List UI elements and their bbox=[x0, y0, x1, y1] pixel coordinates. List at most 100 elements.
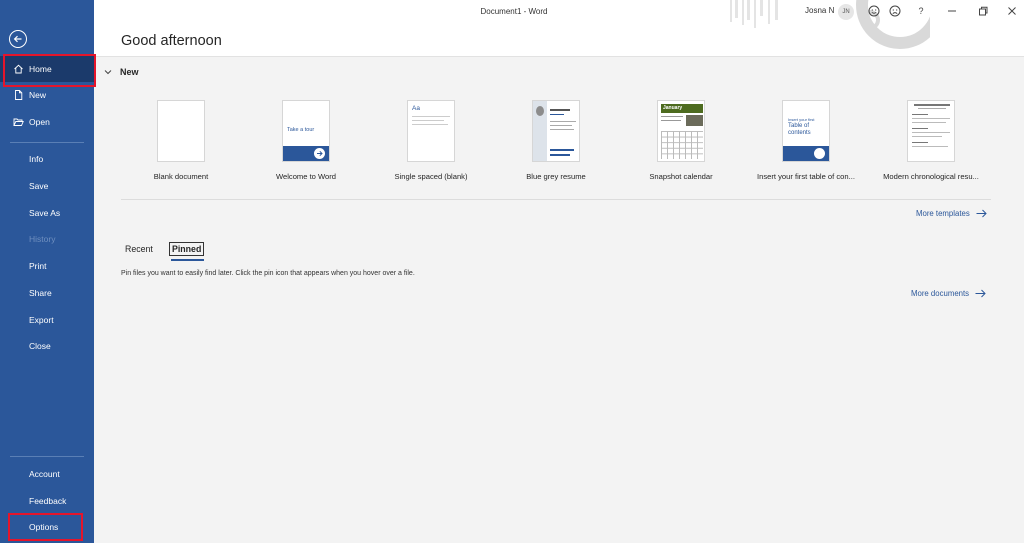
sidebar-item-label: Save bbox=[29, 181, 49, 191]
template-thumb-text: Insert your first bbox=[788, 117, 815, 122]
template-label: Blue grey resume bbox=[526, 172, 586, 181]
arrow-right-icon bbox=[975, 289, 986, 298]
arrow-right-icon bbox=[976, 209, 987, 218]
template-thumbnail: Insert your first Table of contents bbox=[782, 100, 830, 162]
thumb-line bbox=[412, 116, 450, 117]
more-documents-label: More documents bbox=[911, 289, 970, 298]
thumb-line bbox=[550, 154, 570, 156]
template-thumb-badge bbox=[814, 148, 825, 159]
thumb-line bbox=[912, 122, 946, 123]
sidebar-item-open[interactable]: Open bbox=[0, 109, 94, 135]
title-bar: Document1 - Word Josna N JN ? bbox=[94, 0, 1024, 24]
sidebar-item-label: Home bbox=[29, 64, 52, 74]
sidebar-item-new[interactable]: New bbox=[0, 82, 94, 108]
sidebar-item-home[interactable]: Home bbox=[0, 56, 94, 82]
thumb-photo bbox=[686, 115, 703, 126]
template-thumb-text: contents bbox=[788, 130, 811, 136]
sidebar-item-info[interactable]: Info bbox=[0, 146, 94, 172]
thumb-line bbox=[550, 121, 576, 122]
thumb-calendar-grid bbox=[661, 131, 703, 159]
help-icon[interactable]: ? bbox=[913, 3, 929, 19]
thumb-line bbox=[918, 108, 946, 109]
template-thumbnail bbox=[907, 100, 955, 162]
template-label: Single spaced (blank) bbox=[394, 172, 468, 181]
thumb-line bbox=[550, 149, 574, 151]
thumb-line bbox=[412, 124, 448, 125]
thumb-line bbox=[550, 114, 564, 115]
smiley-icon[interactable] bbox=[866, 3, 882, 19]
thumb-line bbox=[912, 132, 950, 133]
home-icon bbox=[13, 64, 24, 75]
template-thumbnail: Aa bbox=[407, 100, 455, 162]
tab-pinned[interactable]: Pinned bbox=[169, 242, 205, 256]
sidebar-item-label: Info bbox=[29, 154, 44, 164]
sidebar-item-export[interactable]: Export bbox=[0, 307, 94, 333]
arrow-right-icon bbox=[314, 148, 325, 159]
thumb-line bbox=[550, 125, 572, 126]
sidebar-item-label: Close bbox=[29, 341, 51, 351]
user-name[interactable]: Josna N bbox=[805, 6, 834, 15]
new-section-toggle[interactable]: New bbox=[104, 67, 139, 77]
sidebar-separator bbox=[10, 142, 84, 143]
thumb-line bbox=[661, 120, 681, 121]
sidebar-item-label: Share bbox=[29, 288, 52, 298]
sidebar-item-label: New bbox=[29, 90, 47, 100]
template-label: Snapshot calendar bbox=[649, 172, 713, 181]
thumb-line bbox=[912, 142, 928, 143]
sidebar-item-options[interactable]: Options bbox=[0, 514, 94, 540]
template-thumb-text: Take a tour bbox=[287, 127, 315, 133]
backstage-sidebar: Home New Open Info Save Save As History … bbox=[0, 0, 94, 543]
template-thumbnail: January bbox=[657, 100, 705, 162]
thumb-line bbox=[914, 104, 950, 106]
template-label: Blank document bbox=[153, 172, 209, 181]
thumb-line bbox=[912, 136, 942, 137]
close-icon[interactable] bbox=[1004, 3, 1020, 19]
page-title: Good afternoon bbox=[121, 33, 222, 49]
template-thumb-text: January bbox=[661, 104, 703, 113]
back-arrow-icon[interactable] bbox=[9, 30, 27, 48]
thumb-photo bbox=[536, 106, 544, 116]
sidebar-item-label: History bbox=[29, 234, 56, 244]
thumb-line bbox=[661, 116, 683, 117]
sidebar-item-label: Print bbox=[29, 261, 47, 271]
tab-active-indicator bbox=[171, 259, 204, 261]
restore-icon[interactable] bbox=[975, 3, 991, 19]
sidebar-separator bbox=[10, 456, 84, 457]
sidebar-item-share[interactable]: Share bbox=[0, 280, 94, 306]
thumb-line bbox=[912, 118, 950, 119]
template-thumbnail bbox=[532, 100, 580, 162]
sidebar-item-history: History bbox=[0, 226, 94, 252]
sidebar-item-save-as[interactable]: Save As bbox=[0, 200, 94, 226]
sidebar-item-label: Options bbox=[29, 522, 59, 532]
sidebar-item-label: Feedback bbox=[29, 496, 67, 506]
sidebar-item-print[interactable]: Print bbox=[0, 253, 94, 279]
template-thumb-text: Aa bbox=[412, 105, 420, 112]
thumb-line bbox=[550, 109, 570, 111]
template-label: Welcome to Word bbox=[275, 172, 337, 181]
more-documents-link[interactable]: More documents bbox=[911, 289, 986, 298]
template-thumbnail bbox=[157, 100, 205, 162]
header-divider bbox=[94, 56, 1024, 57]
frown-icon[interactable] bbox=[887, 3, 903, 19]
minimize-icon[interactable] bbox=[944, 3, 960, 19]
thumb-line bbox=[912, 146, 948, 147]
sidebar-item-label: Open bbox=[29, 117, 50, 127]
sidebar-item-label: Account bbox=[29, 469, 60, 479]
template-thumb-text: Table of bbox=[788, 123, 810, 129]
sidebar-item-close[interactable]: Close bbox=[0, 333, 94, 359]
sidebar-item-save[interactable]: Save bbox=[0, 173, 94, 199]
avatar[interactable]: JN bbox=[838, 4, 854, 20]
new-doc-icon bbox=[13, 90, 24, 101]
chevron-down-icon bbox=[104, 70, 112, 75]
sidebar-item-account[interactable]: Account bbox=[0, 461, 94, 487]
tab-recent[interactable]: Recent bbox=[125, 244, 153, 254]
section-divider bbox=[121, 199, 991, 200]
thumb-line bbox=[912, 114, 928, 115]
sidebar-item-feedback[interactable]: Feedback bbox=[0, 488, 94, 514]
template-thumbnail: Take a tour bbox=[282, 100, 330, 162]
more-templates-label: More templates bbox=[916, 209, 970, 218]
thumb-line bbox=[912, 128, 928, 129]
folder-open-icon bbox=[13, 117, 24, 128]
more-templates-link[interactable]: More templates bbox=[916, 209, 987, 218]
sidebar-item-label: Export bbox=[29, 315, 54, 325]
